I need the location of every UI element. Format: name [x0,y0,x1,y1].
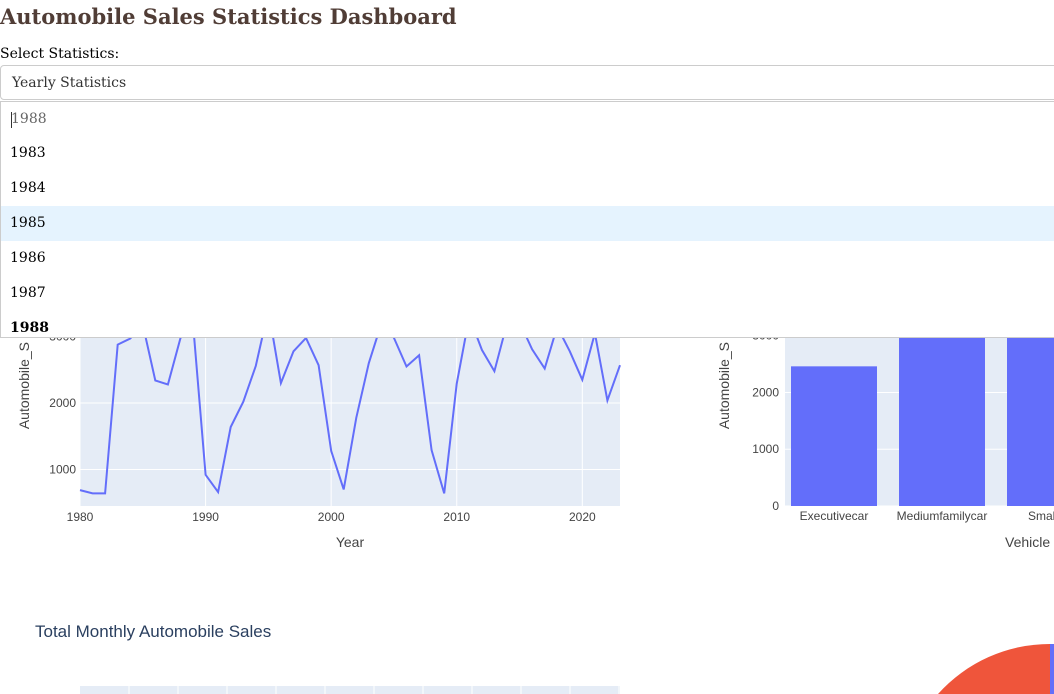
year-option-hovered[interactable]: 1985 [1,206,1054,241]
year-option-selected[interactable]: 1988 [1,311,1054,337]
bar-x-axis-title: Vehicle [1005,534,1050,550]
monthly-chart-title: Total Monthly Automobile Sales [35,622,271,641]
bar-y-axis-title: Automobile_S [716,342,732,429]
bar-y-tick-label: 1000 [752,442,779,456]
monthly-sales-chart: Total Monthly Automobile Sales [35,622,620,694]
pie-slice-blue [1050,644,1054,694]
bar-executivecar [791,366,877,506]
yearly-sales-line-chart: 19801990200020102020 100020003000 Year A… [16,309,621,550]
pie-slice-red [938,643,1050,694]
pie-chart [938,643,1054,694]
line-x-axis-title: Year [336,534,365,550]
line-plot-background [80,330,620,506]
year-dropdown-input[interactable]: 1988 [0,101,1054,137]
year-search-text: 1988 [11,111,47,127]
bar-x-ticks: Executivecar Mediumfamilycar Smallfar [800,509,1054,523]
year-option[interactable]: 1987 [1,276,1054,311]
bar-y-tick-label: 0 [772,499,779,513]
line-x-tick-label: 1980 [67,510,94,524]
line-x-tick-label: 1990 [192,510,219,524]
vehicle-sales-bar-chart: 0100020003000 ExecutivecarMediumfamilyca… [716,329,1054,550]
bar-x-tick-label: Mediumfamilycar [897,509,988,523]
bar-y-tick-label: 2000 [752,385,779,399]
line-x-tick-label: 2010 [443,510,470,524]
year-option[interactable]: 1986 [1,241,1054,276]
bar-x-tick-label: Executivecar [800,509,869,523]
line-x-ticks: 1980 1990 2000 2010 2020 [67,510,596,524]
bar-y-ticks: 0100020003000 [752,329,779,513]
line-x-tick-label: 2000 [318,510,345,524]
monthly-plot-background [80,686,620,694]
bar-x-tick-label: Smallfar [1028,509,1054,523]
year-option[interactable]: 1984 [1,171,1054,206]
line-x-tick-label: 2020 [569,510,596,524]
line-y-axis-title: Automobile_S [16,342,32,429]
line-y-tick-label: 1000 [49,462,76,476]
year-option[interactable]: 1983 [1,136,1054,171]
bar-mediumfamilycar [899,330,985,506]
line-y-tick-label: 2000 [49,396,76,410]
bar-smallfar [1007,330,1054,506]
year-dropdown-menu: 1983 1984 1985 1986 1987 1988 [0,136,1054,338]
line-y-ticks: 100020003000 [49,330,76,477]
